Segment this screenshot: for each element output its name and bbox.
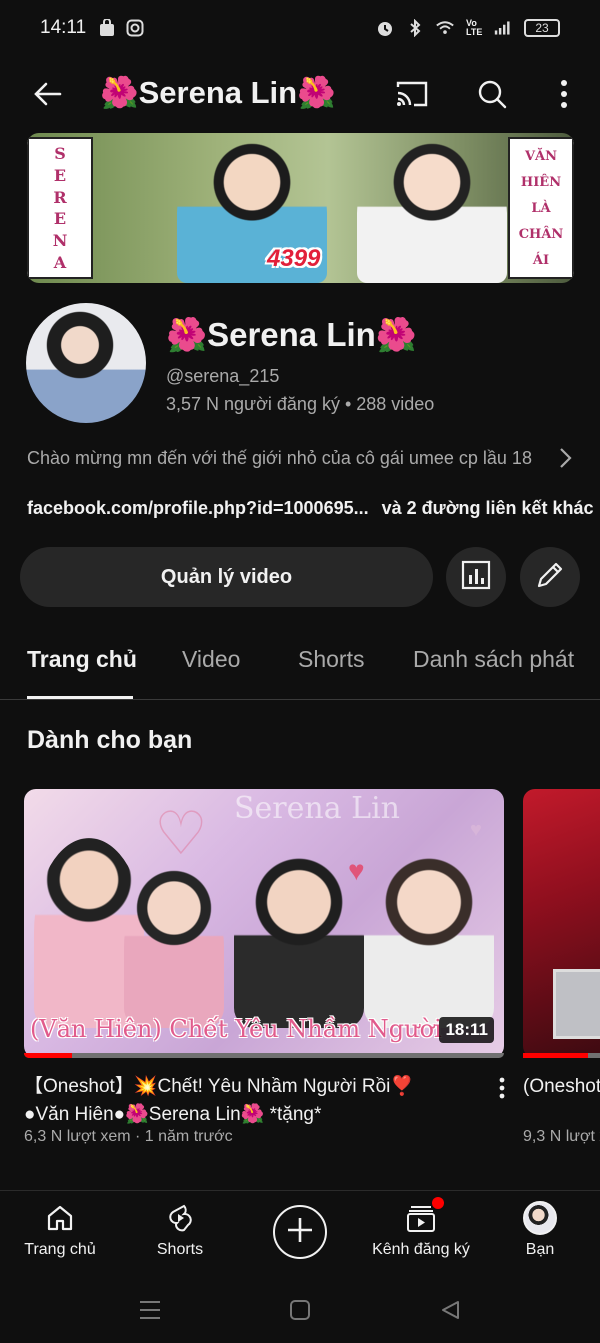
active-tab-indicator — [27, 696, 133, 699]
system-navigation — [0, 1276, 600, 1343]
heart-icon: ♥ — [348, 855, 365, 886]
channel-link[interactable]: facebook.com/profile.php?id=1000695... — [27, 498, 369, 518]
channel-links[interactable]: facebook.com/profile.php?id=1000695... v… — [27, 498, 594, 519]
video-more-icon[interactable] — [492, 1072, 512, 1104]
nav-home[interactable]: Trang chủ — [5, 1201, 115, 1259]
tab-videos[interactable]: Video — [182, 646, 240, 673]
nav-you[interactable]: Bạn — [485, 1201, 595, 1259]
nav-shorts[interactable]: Shorts — [125, 1201, 235, 1259]
analytics-icon — [460, 559, 492, 596]
nav-you-label: Bạn — [525, 1241, 555, 1258]
search-icon[interactable] — [470, 72, 514, 116]
description-text: Chào mừng mn đến với thế giới nhỏ của cô… — [27, 447, 532, 468]
banner-person-right — [357, 143, 507, 283]
banner-word: HIÊN — [520, 174, 562, 190]
banner-word: LÀ — [531, 200, 551, 216]
video-meta: 6,3 N lượt xem · 1 năm trước — [24, 1128, 233, 1145]
banner-name-card: S E R E N A — [27, 137, 93, 279]
video-thumbnail[interactable] — [523, 789, 600, 1058]
plus-icon — [285, 1215, 315, 1250]
thumbnail-figure — [234, 848, 364, 1028]
bluetooth-icon — [406, 19, 424, 37]
video-meta: 9,3 N lượt xem — [523, 1128, 600, 1145]
status-bar: 14:11 Vo LTE 23 — [0, 0, 600, 56]
heart-icon: ♥ — [470, 819, 482, 841]
nav-subscriptions[interactable]: Kênh đăng ký — [366, 1197, 476, 1259]
tab-home[interactable]: Trang chủ — [27, 646, 137, 673]
chevron-right-icon — [553, 446, 577, 470]
tab-shorts[interactable]: Shorts — [298, 646, 364, 673]
banner-letter: A — [53, 252, 67, 272]
banner-word: ÁI — [532, 252, 550, 268]
channel-banner: S E R E N A VĂN HIÊN LÀ CHÂN ÁI 4399 — [27, 133, 574, 283]
banner-letter: E — [53, 165, 67, 185]
manage-videos-label: Quản lý video — [160, 565, 293, 588]
thumbnail-figure — [124, 868, 224, 1028]
banner-number: 4399 — [267, 245, 321, 272]
banner-word: CHÂN — [518, 226, 564, 242]
wifi-icon — [436, 19, 454, 37]
channel-tabs: Trang chủ Video Shorts Danh sách phát — [0, 630, 600, 700]
watch-progress-fill — [523, 1053, 589, 1058]
heart-icon: ♡ — [154, 800, 208, 867]
banner-word: VĂN — [524, 148, 558, 164]
banner-slogan-card: VĂN HIÊN LÀ CHÂN ÁI — [508, 137, 574, 279]
channel-description[interactable]: Chào mừng mn đến với thế giới nhỏ của cô… — [27, 446, 577, 470]
channel-handle: @serena_215 — [166, 366, 280, 386]
watch-progress-bar — [24, 1053, 504, 1058]
profile-avatar — [523, 1201, 557, 1235]
instagram-icon — [126, 19, 144, 37]
back-arrow-icon[interactable] — [26, 72, 70, 116]
shopping-bag-icon — [98, 19, 116, 37]
banner-letter: N — [52, 230, 68, 250]
back-triangle-icon[interactable] — [435, 1295, 465, 1325]
thumbnail-frame — [553, 969, 600, 1039]
video-duration: 18:11 — [439, 1017, 494, 1043]
top-app-bar: 🌺Serena Lin🌺 — [0, 62, 600, 126]
nav-home-label: Trang chủ — [24, 1241, 96, 1258]
subscriptions-icon — [404, 1197, 444, 1235]
volte-label: Vo LTE — [466, 18, 483, 37]
thumbnail-watermark: Serena Lin — [234, 791, 400, 826]
section-title: Dành cho bạn — [27, 726, 193, 754]
analytics-button[interactable] — [446, 547, 506, 607]
banner-letter: S — [54, 144, 66, 164]
create-button[interactable] — [273, 1205, 327, 1259]
shorts-icon — [163, 1201, 197, 1235]
avatar — [523, 1201, 557, 1235]
watch-progress-bar — [523, 1053, 600, 1058]
recent-apps-icon[interactable] — [135, 1295, 165, 1325]
notification-dot — [432, 1197, 444, 1209]
cast-icon[interactable] — [390, 72, 434, 116]
thumbnail-figure — [364, 848, 494, 1028]
channel-avatar[interactable] — [26, 303, 146, 423]
tab-playlists[interactable]: Danh sách phát — [413, 646, 574, 673]
signal-icon — [494, 19, 512, 37]
video-title[interactable]: (Oneshot) Ăn Hiếp — [523, 1073, 600, 1101]
more-links[interactable]: và 2 đường liên kết khác — [382, 498, 594, 518]
banner-letter: E — [53, 209, 67, 229]
battery-icon: 23 — [524, 19, 560, 37]
channel-stats: 3,57 N người đăng ký • 288 video — [166, 394, 435, 414]
battery-level: 23 — [535, 21, 549, 35]
page-title: 🌺Serena Lin🌺 — [100, 75, 336, 110]
more-vert-icon[interactable] — [544, 72, 584, 116]
nav-subscriptions-label: Kênh đăng ký — [372, 1241, 470, 1258]
channel-name: 🌺Serena Lin🌺 — [166, 316, 417, 353]
watch-progress-fill — [24, 1053, 72, 1058]
video-thumbnail[interactable]: Serena Lin ♡ ♥ ♥ (Văn Hiên) Chết Yêu Nhầ… — [24, 789, 504, 1058]
banner-letter: R — [53, 187, 67, 207]
manage-videos-button[interactable]: Quản lý video — [20, 547, 433, 607]
edit-channel-button[interactable] — [520, 547, 580, 607]
thumbnail-caption: (Văn Hiên) Chết Yêu Nhầm Người — [30, 1015, 442, 1043]
video-title[interactable]: 【Oneshot】💥Chết! Yêu Nhầm Người Rồi❣️ ●Vă… — [24, 1073, 464, 1129]
bottom-navigation: Trang chủ Shorts Kênh đăng ký Bạn — [0, 1190, 600, 1276]
home-icon — [43, 1201, 77, 1235]
home-button-icon[interactable] — [285, 1295, 315, 1325]
pencil-icon — [534, 559, 566, 596]
status-time: 14:11 — [40, 17, 87, 38]
nav-shorts-label: Shorts — [156, 1241, 204, 1258]
alarm-icon — [376, 19, 394, 37]
